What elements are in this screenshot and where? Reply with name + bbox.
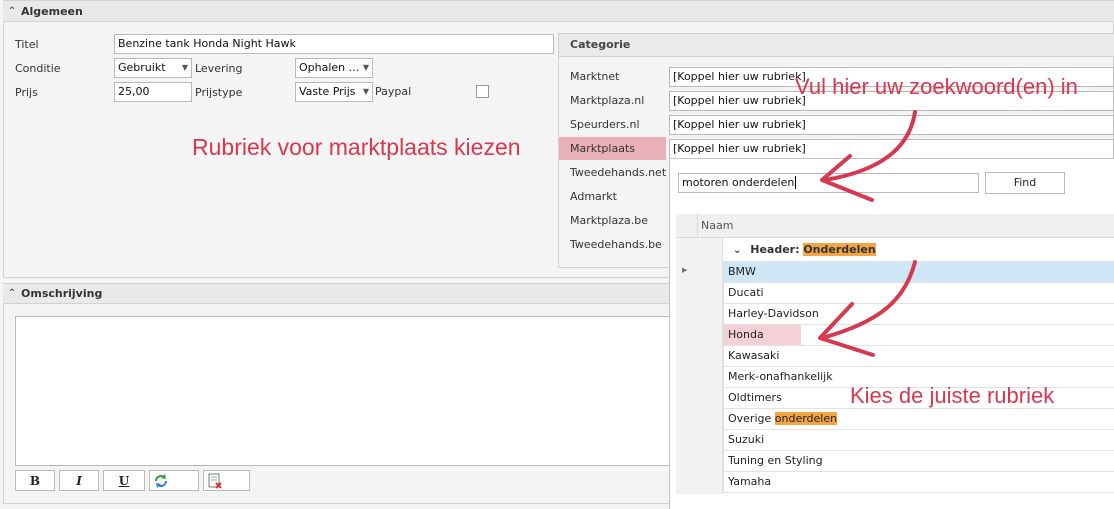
annotation-arrows [818,110,917,357]
arrow-to-honda [820,260,917,340]
arrow-to-search [823,110,917,182]
